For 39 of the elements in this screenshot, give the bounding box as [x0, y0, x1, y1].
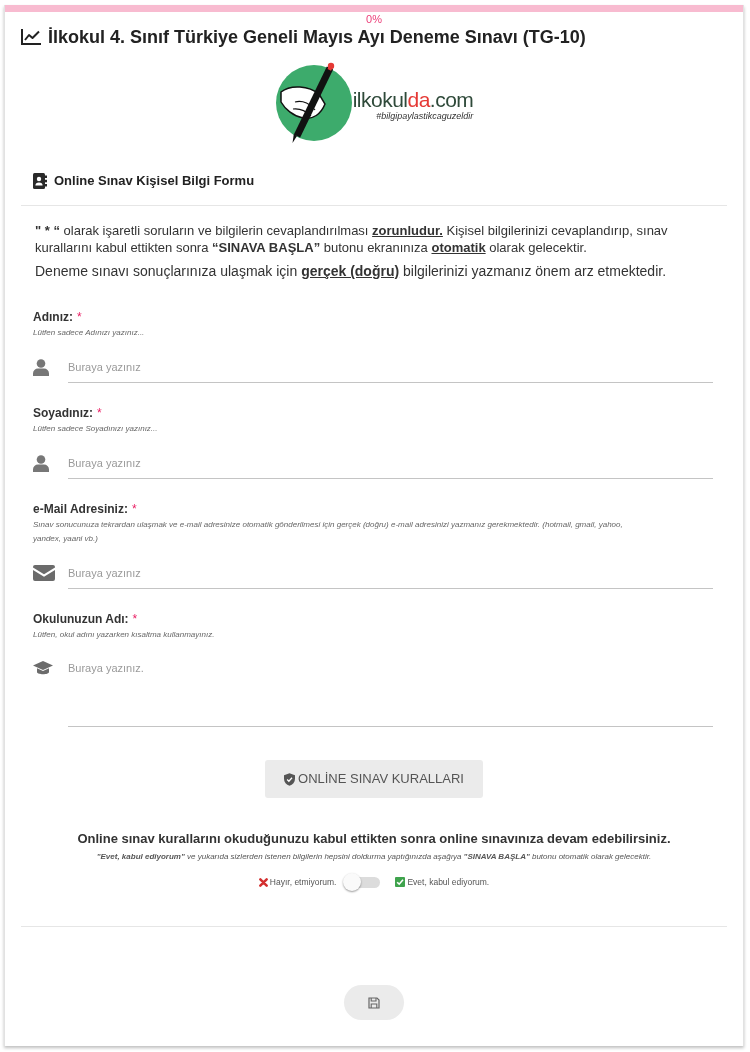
accept-label: Evet, kabul ediyorum. — [407, 875, 490, 889]
rules-button[interactable]: ONLİNE SINAV KURALLARI — [265, 760, 483, 798]
email-field[interactable]: Buraya yazınız — [68, 557, 713, 589]
consent-toggle[interactable] — [343, 873, 381, 891]
person-icon — [33, 454, 49, 472]
consent-heading: Online sınav kurallarını okuduğunuzu kabul ettikten sonra online sınavınıza devam edebilirsiniz. — [77, 831, 671, 847]
school-name-field[interactable]: Buraya yazınız. — [68, 660, 713, 727]
field-hint: Lütfen, okul adını yazarken kısaltma kullanmayınız. — [33, 629, 216, 641]
required-mark: * — [131, 502, 137, 517]
field-hint: Lütfen sadece Adınızı yazınız... — [33, 327, 146, 339]
intro-paragraph: Deneme sınavı sonuçlarınıza ulaşmak için gerçek (doğru) bilgilerinizi yazmanız önem arz etmektedir. — [35, 262, 668, 280]
consent-note: "Evet, kabul ediyorum" ve yukarıda sizlerden istenen bilgilerin hepsini doldurma yaptığınızda aşağıya "SINAVA BAŞLA" butonu otomatik olarak gelecektir. — [96, 851, 652, 862]
field-hint: Lütfen sadece Soyadınızı yazınız... — [33, 423, 159, 435]
field-hint: Sınav sonucunuza tekrardan ulaşmak ve e-mail adresinize otomatik gönderilmesi için gerçek (doğru) e-mail adresinizi yazmanız gerekmektedir. (hotmail, gmail, yahoo, yandex, yaani vb.) — [33, 519, 624, 545]
person-icon — [33, 358, 49, 376]
field-label: Okulunuzun Adı: — [33, 612, 129, 627]
required-mark: * — [132, 612, 138, 627]
page-title: İlkokul 4. Sınıf Türkiye Geneli Mayıs Ayı Deneme Sınavı (TG-10) — [48, 26, 586, 48]
address-book-icon — [33, 173, 47, 189]
line-chart-icon — [21, 29, 41, 45]
cross-icon — [258, 877, 268, 887]
logo-tagline: #bilgipaylastikcaguzeldir — [376, 110, 474, 122]
logo-wordmark: ilkokulda.com — [352, 88, 474, 111]
envelope-icon — [33, 565, 55, 581]
check-icon — [395, 877, 406, 887]
save-button[interactable] — [344, 985, 404, 1020]
intro-paragraph: " * “ olarak işaretli soruların ve bilgilerin cevaplandırılması zorunludur. Kişisel bilgilerinizi cevaplandırıp, sınav kurallarını kabul ettikten sonra “SINAVA BAŞLA” butonu ekranınıza otomatik olarak gelecektir. — [35, 222, 669, 256]
progress-percent: 0% — [366, 13, 382, 26]
decline-label: Hayır, etmiyorum. — [269, 875, 337, 889]
field-label: Soyadınız: — [33, 406, 93, 421]
text-input[interactable]: Buraya yazınız — [68, 447, 713, 479]
required-mark: * — [97, 406, 102, 421]
field-label: e-Mail Adresiniz: — [33, 502, 128, 517]
text-input[interactable]: Buraya yazınız — [68, 351, 713, 383]
shield-icon — [284, 772, 296, 786]
required-mark: * — [77, 310, 82, 325]
graduation-cap-icon — [33, 661, 53, 676]
field-label: Adınız: — [33, 310, 73, 325]
form-heading: Online Sınav Kişisel Bilgi Formu — [54, 173, 255, 189]
